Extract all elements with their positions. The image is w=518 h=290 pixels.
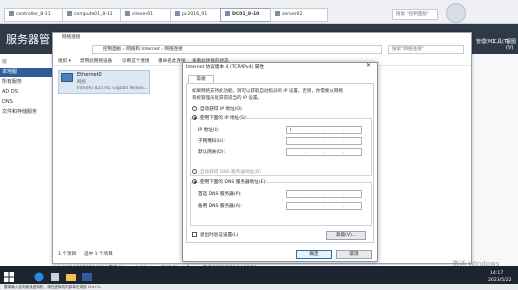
manual-ip-radio[interactable] bbox=[192, 115, 197, 120]
avatar[interactable] bbox=[446, 3, 466, 23]
network-adapter-icon bbox=[61, 73, 73, 82]
ok-button[interactable]: 确定 bbox=[296, 250, 332, 259]
diagnose-button[interactable]: 诊断这个连接 bbox=[122, 58, 150, 64]
gateway-field[interactable]: ... bbox=[286, 148, 362, 156]
ip-address-label: IP 地址(I): bbox=[198, 128, 220, 133]
subnet-mask-field[interactable]: ... bbox=[286, 137, 362, 145]
close-icon[interactable]: ✕ bbox=[366, 62, 371, 69]
vm-icon bbox=[225, 11, 230, 16]
advanced-button[interactable]: 高级(V)... bbox=[326, 231, 366, 240]
vm-tab-server02[interactable]: server02 bbox=[270, 8, 328, 22]
adapter-status: 网络 bbox=[77, 80, 86, 85]
disable-device-button[interactable]: 禁用此网络设备 bbox=[80, 58, 112, 64]
vm-icon bbox=[9, 11, 14, 16]
vm-tab-compute01[interactable]: compute01_8-11 bbox=[62, 8, 128, 22]
auto-dns-label: 自动获得 DNS 服务器地址(B) bbox=[200, 170, 261, 175]
manual-dns-radio[interactable] bbox=[192, 179, 197, 184]
cancel-button[interactable]: 取消 bbox=[336, 250, 372, 259]
gateway-label: 默认网关(D): bbox=[198, 150, 226, 155]
vm-icon bbox=[175, 11, 180, 16]
ip-address-field[interactable]: I... bbox=[286, 126, 362, 134]
file-explorer-icon[interactable] bbox=[66, 272, 76, 282]
search-input[interactable]: 搜索"网络连接" bbox=[388, 45, 464, 54]
clock-date: 2023/5/22 bbox=[488, 278, 512, 283]
server-manager-icon[interactable] bbox=[50, 272, 60, 282]
adapter-name: Ethernet0 bbox=[77, 72, 102, 78]
vm-search-input[interactable]: 搜索 "控制面板" bbox=[392, 9, 438, 20]
status-item-count: 1 个项目 bbox=[58, 252, 77, 257]
edge-icon[interactable] bbox=[34, 272, 44, 282]
intro-text-2: 系统管理员处获得适当的 IP 设置。 bbox=[192, 96, 262, 101]
auto-dns-radio bbox=[192, 169, 197, 174]
right-panel bbox=[472, 54, 518, 266]
validate-label: 退出时验证设置(L) bbox=[200, 233, 239, 238]
alternate-dns-field[interactable]: ... bbox=[286, 202, 362, 210]
auto-ip-radio[interactable] bbox=[192, 106, 197, 111]
page-title: 服务器管 bbox=[6, 33, 50, 46]
start-icon[interactable] bbox=[4, 272, 14, 282]
window-title: 网络连接 bbox=[62, 35, 81, 40]
manual-dns-label: 使用下面的 DNS 服务器地址(E): bbox=[200, 179, 267, 185]
preferred-dns-label: 首选 DNS 服务器(P): bbox=[198, 192, 242, 197]
status-selected: 选中 1 个项目 bbox=[84, 252, 113, 257]
clock-time: 14:17 bbox=[490, 271, 504, 276]
manual-ip-label: 使用下面的 IP 地址(S): bbox=[200, 115, 248, 121]
powershell-icon[interactable] bbox=[82, 272, 92, 282]
adapter-device: Intel(R) 82574L Gigabit Netwo... bbox=[77, 86, 148, 91]
sidebar: 仪 本地服 所有服务 AD DS DNS 文件和存储服务 bbox=[0, 54, 62, 266]
vm-status-bar: 要将输入定向到该虚拟机，请在虚拟机内部单击或按 Ctrl+G。 bbox=[0, 284, 518, 290]
vm-tab-controller[interactable]: controller_8-11 bbox=[4, 8, 70, 22]
validate-checkbox[interactable] bbox=[192, 232, 197, 237]
menu-view[interactable]: 视图(V) bbox=[506, 38, 518, 51]
auto-ip-label: 自动获得 IP 地址(O) bbox=[200, 107, 242, 112]
vm-icon bbox=[125, 11, 130, 16]
address-bar[interactable]: 控制面板 › 网络和 Internet › 网络连接 bbox=[92, 45, 382, 54]
dialog-title: Internet 协议版本 4 (TCP/IPv4) 属性 bbox=[186, 65, 264, 70]
vm-icon bbox=[275, 11, 280, 16]
preferred-dns-field[interactable]: ... bbox=[286, 190, 362, 198]
organize-button[interactable]: 组织 ▾ bbox=[58, 58, 71, 64]
vm-icon bbox=[67, 11, 72, 16]
subnet-mask-label: 子网掩码(U): bbox=[198, 139, 225, 144]
intro-text-1: 如果网络支持此功能，则可以获取自动指派的 IP 设置。否则，你需要从网络 bbox=[192, 89, 343, 94]
alternate-dns-label: 备用 DNS 服务器(A): bbox=[198, 204, 243, 209]
